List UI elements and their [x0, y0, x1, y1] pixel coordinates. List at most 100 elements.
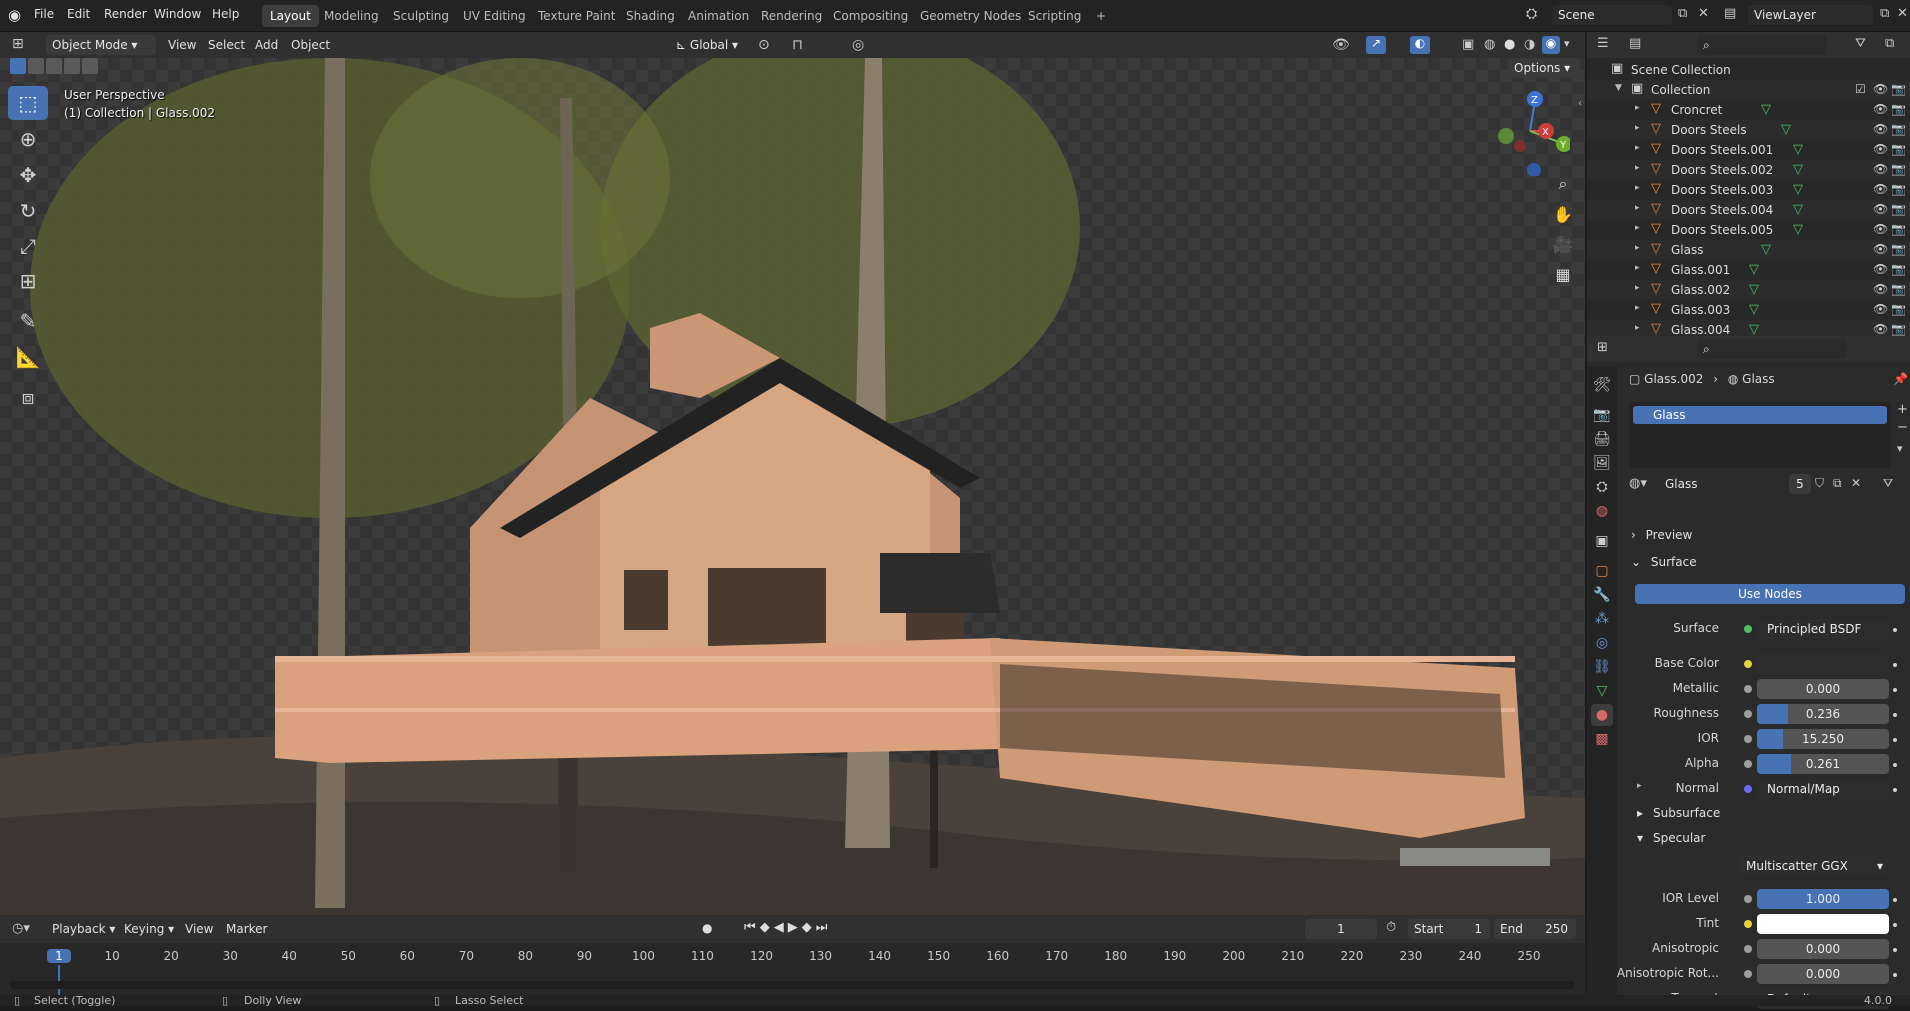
mesh-data-icon[interactable]: ▽ — [1749, 282, 1759, 297]
shading-rendered-icon[interactable]: ◉ — [1542, 36, 1560, 54]
display-mode-icon[interactable]: ▤ — [1629, 36, 1641, 51]
blender-logo-icon[interactable]: ◉ — [8, 6, 21, 24]
expand-chevron-icon[interactable]: ▸ — [1635, 203, 1640, 213]
properties-editor-icon[interactable]: ⊞ — [1597, 340, 1608, 355]
expand-chevron-icon[interactable]: ▸ — [1635, 283, 1640, 293]
tab-compositing[interactable]: Compositing — [825, 5, 916, 27]
rotate-tool-icon[interactable]: ↻ — [8, 194, 48, 228]
visibility-eye-icon[interactable]: 👁 — [1873, 282, 1888, 296]
world-tab-icon[interactable]: ◍ — [1591, 500, 1613, 522]
timeline-editor-icon[interactable]: ◷▾ — [12, 921, 30, 936]
outliner-search-input[interactable]: ⌕ — [1697, 35, 1827, 55]
outliner-object-row[interactable]: ▸ ▽ Glass ▽ 👁 📷 — [1587, 240, 1910, 260]
tool-tab-icon[interactable]: 🛠 — [1591, 374, 1613, 396]
visibility-icon[interactable]: 👁 — [1332, 37, 1350, 53]
delete-view-layer-icon[interactable]: ✕ — [1897, 6, 1908, 21]
delete-scene-icon[interactable]: ✕ — [1698, 6, 1709, 21]
select-extend-icon[interactable] — [28, 58, 44, 74]
visibility-eye-icon[interactable]: 👁 — [1873, 242, 1888, 256]
end-frame-field[interactable]: End 250 — [1494, 919, 1576, 939]
shading-solid-icon[interactable]: ● — [1504, 37, 1515, 52]
add-workspace-button[interactable]: + — [1088, 5, 1114, 27]
properties-search-input[interactable]: ⌕ — [1697, 339, 1847, 359]
tab-uv-editing[interactable]: UV Editing — [455, 5, 534, 27]
select-box-tool-icon[interactable]: ⬚ — [8, 86, 48, 120]
visibility-eye-icon[interactable]: 👁 — [1873, 162, 1888, 176]
socket-icon[interactable] — [1744, 660, 1752, 668]
duplicate-material-icon[interactable]: ⧉ — [1833, 476, 1842, 491]
pin-icon[interactable]: 📌 — [1893, 372, 1908, 386]
start-frame-field[interactable]: Start 1 — [1408, 919, 1490, 939]
visibility-eye-icon[interactable]: 👁 — [1873, 122, 1888, 136]
3d-viewport[interactable]: User Perspective (1) Collection | Glass.… — [0, 58, 1585, 915]
zoom-icon[interactable]: ⌕ — [1549, 170, 1577, 198]
mesh-data-icon[interactable]: ▽ — [1781, 122, 1791, 137]
keyframe-dot-icon[interactable] — [1893, 738, 1897, 742]
move-tool-icon[interactable]: ✥ — [8, 158, 48, 192]
fake-user-shield-icon[interactable]: ⛉ — [1815, 476, 1824, 491]
timeline-menu-keying[interactable]: Keying ▾ — [124, 922, 174, 936]
use-nodes-button[interactable]: Use Nodes — [1635, 584, 1905, 604]
playhead-line[interactable] — [58, 965, 60, 995]
keyframe-dot-icon[interactable] — [1893, 688, 1897, 692]
expand-chevron-icon[interactable]: ▸ — [1635, 163, 1640, 173]
material-browse-icon[interactable]: ◍▾ — [1629, 476, 1647, 491]
socket-icon[interactable] — [1744, 945, 1752, 953]
timeline-menu-marker[interactable]: Marker — [226, 922, 267, 936]
keyframe-dot-icon[interactable] — [1893, 948, 1897, 952]
menu-help[interactable]: Help — [212, 7, 239, 21]
cursor-tool-icon[interactable]: ⊕ — [8, 122, 48, 156]
outliner-scene-collection[interactable]: ▣ Scene Collection — [1587, 60, 1910, 80]
sidebar-toggle-chevron-icon[interactable]: ‹ — [1578, 98, 1582, 109]
view-layer-field[interactable]: ViewLayer — [1748, 5, 1873, 25]
render-camera-icon[interactable]: 📷 — [1891, 222, 1906, 236]
scene-tab-icon[interactable]: ⛭ — [1591, 476, 1613, 498]
tab-sculpting[interactable]: Sculpting — [385, 5, 457, 27]
socket-icon[interactable] — [1744, 625, 1752, 633]
visibility-eye-icon[interactable]: 👁 — [1873, 82, 1888, 96]
camera-view-icon[interactable]: 🎥 — [1549, 230, 1577, 258]
next-keyframe-icon[interactable]: ◆ — [802, 920, 816, 935]
specular-subpanel[interactable]: ▾ Specular — [1637, 831, 1705, 845]
mode-dropdown[interactable]: Object Mode ▾ — [46, 35, 156, 55]
unlink-material-icon[interactable]: ✕ — [1851, 476, 1861, 490]
expand-chevron-icon[interactable]: ▸ — [1635, 323, 1640, 333]
mesh-data-icon[interactable]: ▽ — [1761, 242, 1771, 257]
mesh-data-icon[interactable]: ▽ — [1749, 262, 1759, 277]
empty-value-field[interactable] — [1757, 654, 1889, 674]
modifier-tab-icon[interactable]: 🔧 — [1591, 584, 1613, 606]
filter-icon[interactable]: ⛛ — [1855, 36, 1866, 51]
surface-panel-header[interactable]: ⌄ Surface — [1631, 555, 1697, 569]
socket-icon[interactable] — [1744, 760, 1752, 768]
expand-chevron-icon[interactable]: ▸ — [1635, 143, 1640, 153]
outliner-object-row[interactable]: ▸ ▽ Doors Steels ▽ 👁 📷 — [1587, 120, 1910, 140]
render-camera-icon[interactable]: 📷 — [1891, 322, 1906, 336]
value-slider[interactable]: 1.000 — [1757, 889, 1889, 909]
transform-tool-icon[interactable]: ⊞ — [8, 264, 48, 298]
measure-tool-icon[interactable]: 📐 — [8, 340, 48, 374]
preview-range-clock-icon[interactable]: ⏱ — [1386, 920, 1396, 935]
menu-edit[interactable]: Edit — [67, 7, 90, 21]
render-camera-icon[interactable]: 📷 — [1891, 202, 1906, 216]
snap-icon[interactable]: ⊓ — [792, 37, 803, 53]
mesh-data-icon[interactable]: ▽ — [1761, 102, 1771, 117]
outliner-editor-icon[interactable]: ☰ — [1597, 36, 1609, 51]
material-slot-item[interactable]: Glass — [1633, 406, 1887, 424]
expand-chevron-icon[interactable]: ▸ — [1635, 123, 1640, 133]
outliner-object-row[interactable]: ▸ ▽ Doors Steels.003 ▽ 👁 📷 — [1587, 180, 1910, 200]
collection-tab-icon[interactable]: ▣ — [1591, 530, 1613, 552]
render-camera-icon[interactable]: 📷 — [1891, 82, 1906, 96]
outliner-object-row[interactable]: ▸ ▽ Doors Steels.002 ▽ 👁 📷 — [1587, 160, 1910, 180]
value-slider[interactable]: 0.236 — [1757, 704, 1889, 724]
expand-chevron-icon[interactable]: ▸ — [1635, 243, 1640, 253]
visibility-eye-icon[interactable]: 👁 — [1873, 262, 1888, 276]
tab-modeling[interactable]: Modeling — [316, 5, 387, 27]
mesh-data-icon[interactable]: ▽ — [1793, 162, 1803, 177]
visibility-eye-icon[interactable]: 👁 — [1873, 102, 1888, 116]
exclude-checkbox-icon[interactable]: ☑ — [1855, 82, 1866, 96]
expand-chevron-icon[interactable]: ▸ — [1635, 263, 1640, 273]
xray-icon[interactable]: ▣ — [1462, 37, 1474, 52]
expand-chevron-icon[interactable]: ▸ — [1635, 183, 1640, 193]
jump-start-icon[interactable]: ⏮ — [744, 920, 760, 935]
gizmo-toggle-icon[interactable]: ↗ — [1366, 36, 1386, 54]
